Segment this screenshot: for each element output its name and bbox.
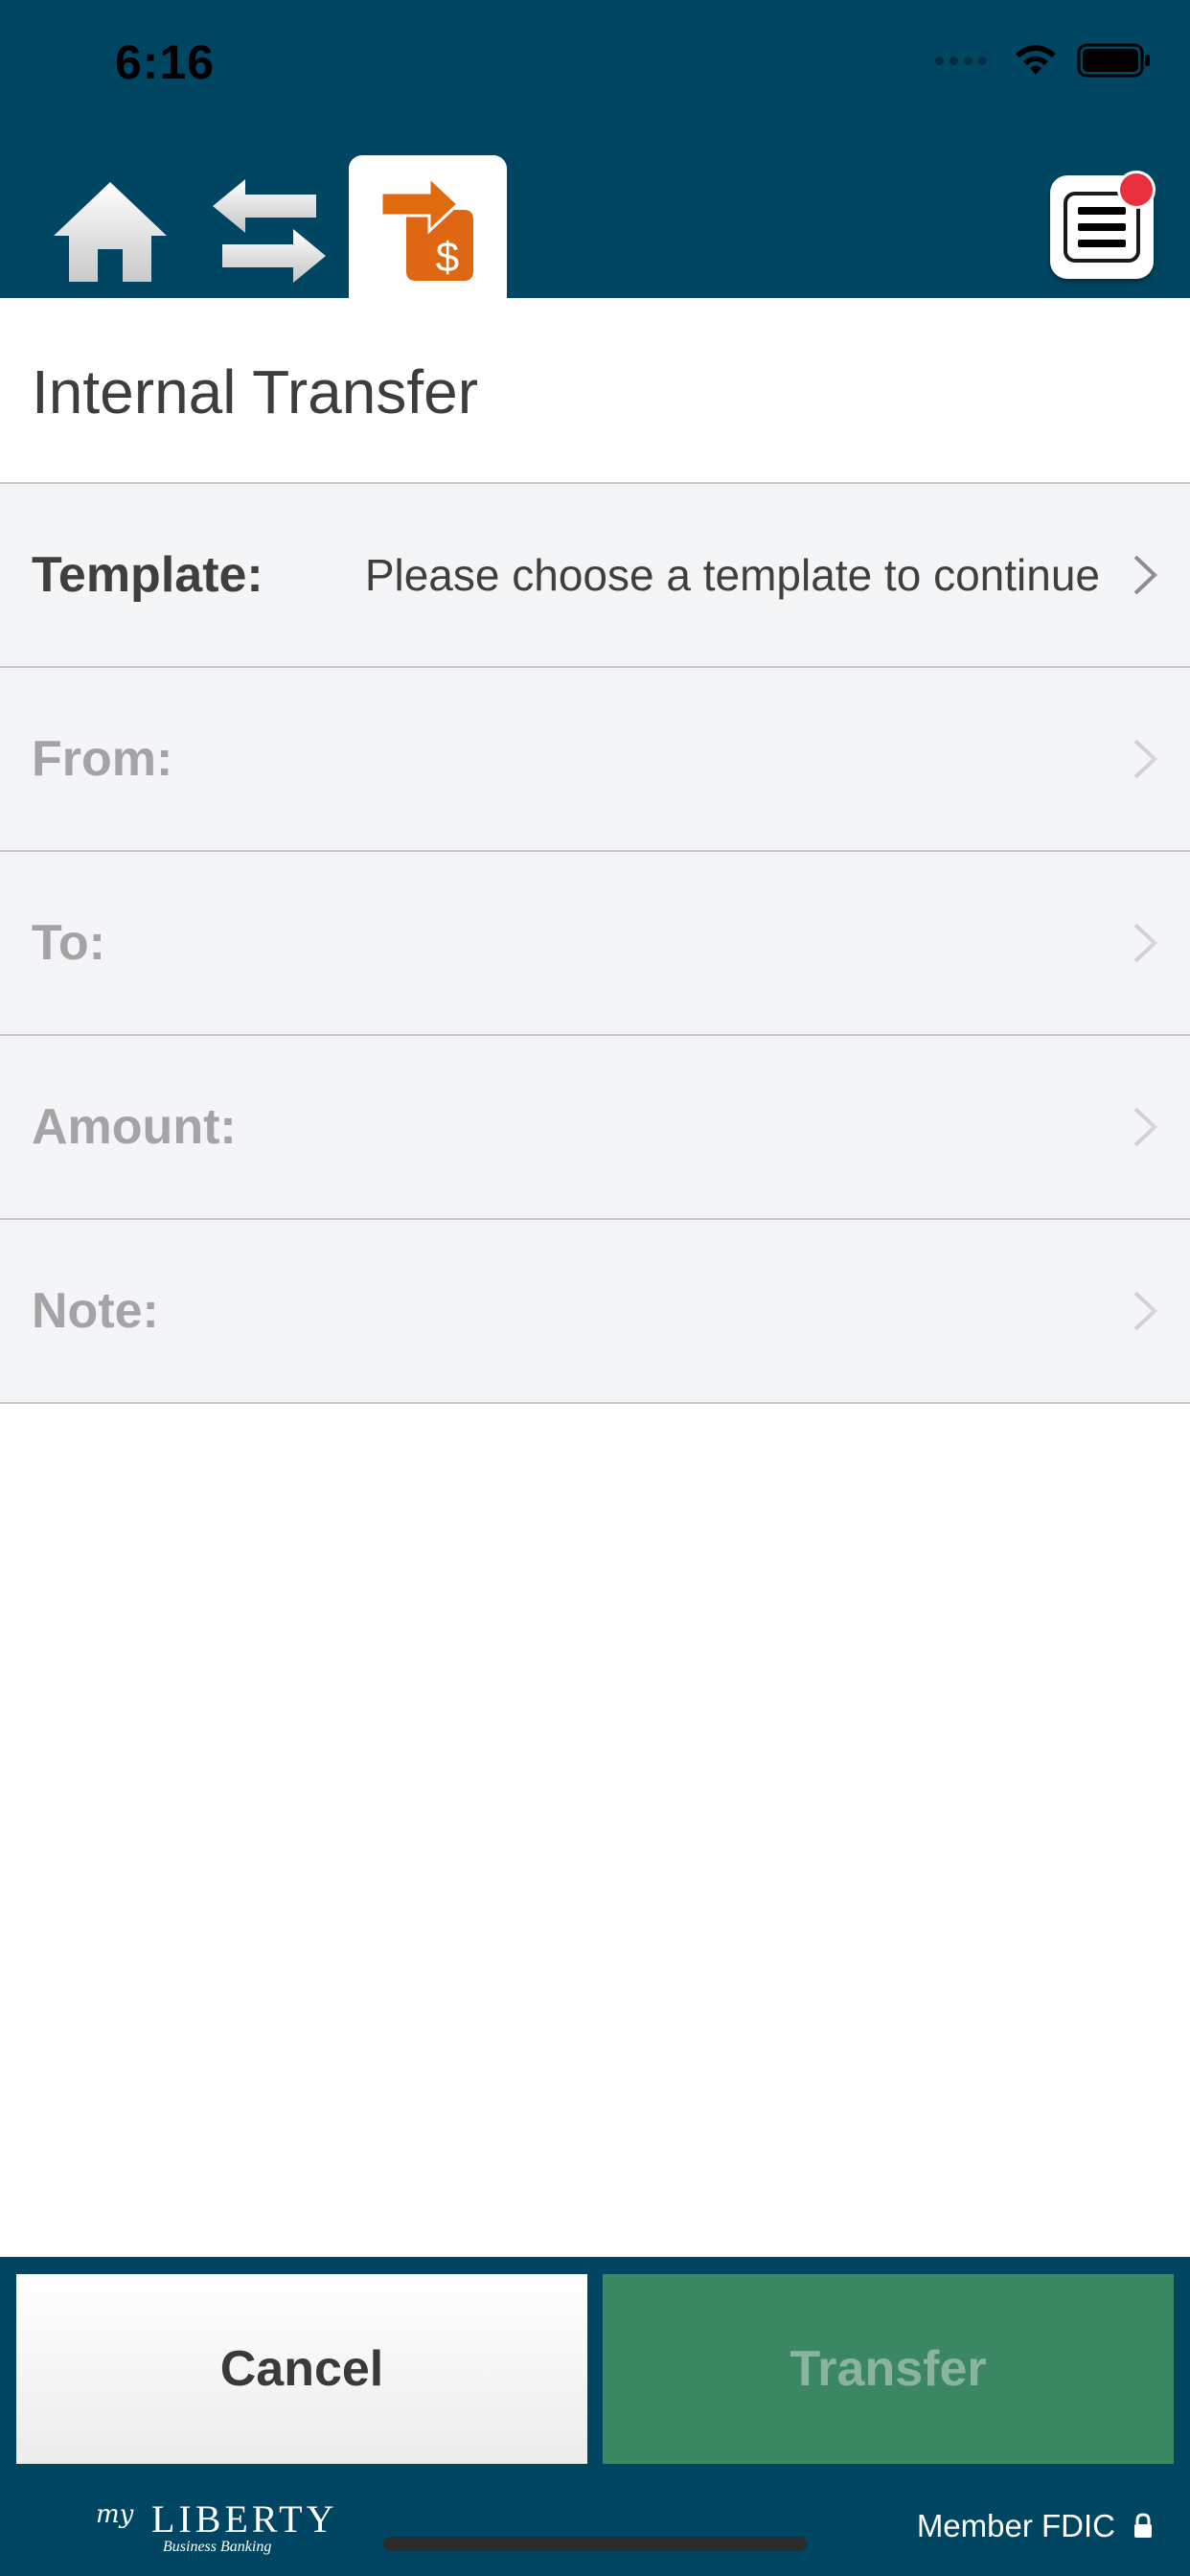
nav-tab-home[interactable]	[38, 163, 182, 298]
app-header: 6:16 $	[0, 0, 1190, 298]
fdic-text: Member FDIC	[916, 2508, 1115, 2543]
chevron-right-icon	[1133, 1291, 1157, 1331]
wifi-icon	[1016, 45, 1056, 75]
cancel-button[interactable]: Cancel	[16, 2274, 587, 2464]
form-row-from[interactable]: From:	[0, 668, 1190, 852]
nav-tab-internal-transfer[interactable]: $	[349, 155, 507, 298]
form-row-to[interactable]: To:	[0, 852, 1190, 1036]
template-value: Please choose a template to continue	[364, 550, 1100, 600]
status-time: 6:16	[115, 35, 216, 89]
brand-footer: my LIBERTY Business Banking Member FDIC	[0, 2481, 1190, 2576]
template-label: Template:	[32, 547, 263, 603]
app-root: 6:16 $ Internal Transfer Template: Pleas…	[0, 0, 1190, 2576]
transfer-button[interactable]: Transfer	[603, 2274, 1174, 2464]
internal-transfer-dollar-icon: $	[379, 173, 473, 281]
lock-icon	[1134, 2513, 1152, 2538]
fdic-notice: Member FDIC	[917, 2508, 1154, 2544]
amount-label: Amount:	[32, 1099, 237, 1155]
from-label: From:	[32, 731, 173, 787]
form-row-amount[interactable]: Amount:	[0, 1036, 1190, 1220]
chevron-right-icon	[1133, 555, 1157, 595]
to-label: To:	[32, 915, 105, 971]
chevron-right-icon	[1133, 739, 1157, 779]
chevron-right-icon	[1133, 923, 1157, 963]
status-icons	[935, 42, 1152, 79]
logo-name: LIBERTY	[151, 2497, 338, 2541]
chevron-right-icon	[1133, 1107, 1157, 1147]
logo-prefix: my	[96, 2500, 134, 2529]
action-bar: Cancel Transfer	[0, 2257, 1190, 2481]
form-row-template[interactable]: Template: Please choose a template to co…	[0, 484, 1190, 668]
logo-subtitle: Business Banking	[163, 2539, 272, 2555]
transfer-form: Template: Please choose a template to co…	[0, 482, 1190, 1404]
battery-icon	[1077, 43, 1150, 78]
nav-tab-transfers[interactable]	[197, 163, 341, 298]
form-row-note[interactable]: Note:	[0, 1220, 1190, 1404]
transfer-arrows-icon	[213, 178, 326, 283]
page-title: Internal Transfer	[32, 357, 478, 426]
cellular-signal-icon	[935, 56, 987, 65]
home-indicator[interactable]	[383, 2537, 807, 2551]
notification-badge	[1117, 171, 1156, 209]
svg-text:$: $	[435, 234, 458, 281]
note-label: Note:	[32, 1283, 159, 1339]
home-icon	[54, 181, 167, 282]
